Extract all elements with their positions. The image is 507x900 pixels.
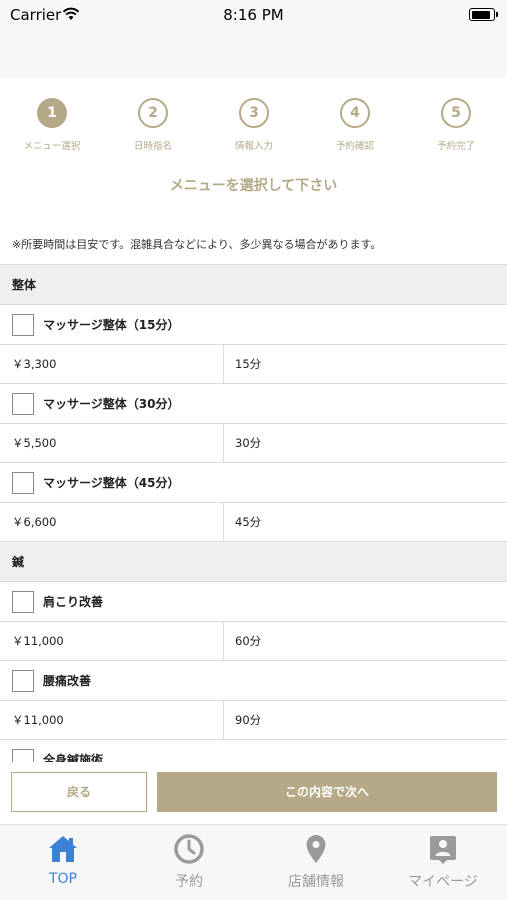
- column-divider: [223, 622, 224, 660]
- menu-item[interactable]: 腰痛改善: [0, 661, 507, 701]
- step-3: 3 情報入力: [204, 98, 304, 152]
- tab-mypage-label: マイページ: [408, 874, 478, 890]
- menu-item-name: 腰痛改善: [43, 674, 92, 688]
- home-icon: [49, 836, 77, 862]
- step-1: 1 メニュー選択: [2, 98, 102, 152]
- tab-reserve-label: 予約: [175, 874, 203, 890]
- column-divider: [223, 701, 224, 739]
- menu-item-price: ￥3,300: [12, 357, 57, 371]
- step-2-label: 日時指名: [133, 141, 172, 152]
- menu-item-duration: 45分: [235, 515, 262, 529]
- category-header-hari: 鍼: [0, 542, 507, 582]
- tab-store-label: 店舗情報: [288, 874, 344, 890]
- menu-item-name: マッサージ整体（45分）: [43, 476, 180, 490]
- tab-bar: TOP 予約 店舗情報 マイページ: [0, 824, 507, 900]
- menu-item[interactable]: マッサージ整体（30分）: [0, 384, 507, 424]
- menu-item-info: ￥5,500 30分: [0, 424, 507, 463]
- tab-top[interactable]: TOP: [0, 825, 126, 900]
- step-2-number: 2: [138, 98, 168, 128]
- step-5: 5 予約完了: [406, 98, 506, 152]
- menu-item[interactable]: マッサージ整体（45分）: [0, 463, 507, 503]
- step-5-number: 5: [441, 98, 471, 128]
- menu-item-name: マッサージ整体（15分）: [43, 318, 180, 332]
- step-4-number: 4: [340, 98, 370, 128]
- column-divider: [223, 503, 224, 541]
- menu-item-checkbox[interactable]: [12, 393, 34, 415]
- tab-reserve[interactable]: 予約: [126, 825, 252, 900]
- step-2: 2 日時指名: [103, 98, 203, 152]
- menu-item-name: 肩こり改善: [43, 595, 104, 609]
- menu-item[interactable]: 肩こり改善: [0, 582, 507, 622]
- menu-item-checkbox[interactable]: [12, 472, 34, 494]
- menu-item-checkbox[interactable]: [12, 591, 34, 613]
- step-1-number: 1: [37, 98, 67, 128]
- step-3-number: 3: [239, 98, 269, 128]
- menu-item[interactable]: 全身鍼施術: [0, 740, 507, 762]
- step-3-label: 情報入力: [234, 141, 273, 152]
- page-heading: メニューを選択して下さい: [169, 178, 338, 194]
- battery-icon: [469, 8, 498, 21]
- menu-item-name: 全身鍼施術: [43, 753, 104, 762]
- menu-item-price: ￥11,000: [12, 713, 64, 727]
- menu-item-name: マッサージ整体（30分）: [43, 397, 180, 411]
- menu-item-price: ￥5,500: [12, 436, 57, 450]
- action-bar: 戻る この内容で次へ: [0, 762, 507, 824]
- step-4-label: 予約確認: [335, 141, 374, 152]
- menu-item-duration: 15分: [235, 357, 262, 371]
- status-bar: Carrier 8:16 PM: [0, 0, 507, 30]
- step-4: 4 予約確認: [305, 98, 405, 152]
- menu-item-duration: 30分: [235, 436, 262, 450]
- step-1-label: メニュー選択: [23, 141, 81, 152]
- person-badge-icon: [430, 836, 456, 864]
- menu-item-info: ￥11,000 90分: [0, 701, 507, 740]
- menu-item-checkbox[interactable]: [12, 670, 34, 692]
- menu-item-info: ￥3,300 15分: [0, 345, 507, 384]
- column-divider: [223, 424, 224, 462]
- step-5-label: 予約完了: [436, 141, 475, 152]
- menu-item-duration: 90分: [235, 713, 262, 727]
- tab-top-label: TOP: [48, 871, 77, 887]
- tab-mypage[interactable]: マイページ: [380, 825, 506, 900]
- status-time: 8:16 PM: [223, 6, 284, 24]
- tab-store-info[interactable]: 店舗情報: [253, 825, 379, 900]
- menu-item-checkbox[interactable]: [12, 314, 34, 336]
- map-pin-icon: [306, 835, 326, 863]
- step-indicator: 1 メニュー選択 2 日時指名 3 情報入力 4 予約確認 5 予約完了: [0, 98, 507, 158]
- menu-item[interactable]: マッサージ整体（15分）: [0, 305, 507, 345]
- menu-item-price: ￥11,000: [12, 634, 64, 648]
- back-button[interactable]: 戻る: [11, 772, 147, 812]
- next-button[interactable]: この内容で次へ: [157, 772, 497, 812]
- menu-list[interactable]: 整体 マッサージ整体（15分） ￥3,300 15分 マッサージ整体（30分） …: [0, 264, 507, 762]
- menu-item-info: ￥11,000 60分: [0, 622, 507, 661]
- navigation-bar: [0, 30, 507, 78]
- menu-item-price: ￥6,600: [12, 515, 57, 529]
- menu-item-checkbox[interactable]: [12, 749, 34, 762]
- clock-icon: [174, 834, 204, 864]
- category-header-seitai: 整体: [0, 265, 507, 305]
- menu-item-duration: 60分: [235, 634, 262, 648]
- column-divider: [223, 345, 224, 383]
- menu-item-info: ￥6,600 45分: [0, 503, 507, 542]
- duration-notice: ※所要時間は目安です。混雑具合などにより、多少異なる場合があります。: [12, 238, 382, 251]
